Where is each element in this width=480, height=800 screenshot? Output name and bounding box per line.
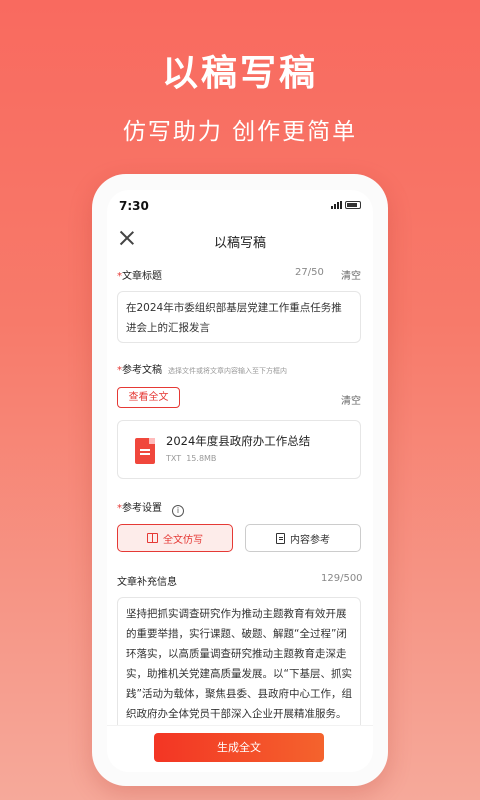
document-file-icon [135,438,155,464]
file-info: TXT 15.8MB [166,454,216,463]
article-title-input[interactable]: 在2024年市委组织部基层党建工作重点任务推进会上的汇报发言 [117,291,361,343]
hero-subtitle: 仿写助力 创作更简单 [122,119,358,145]
reference-doc-hint: 选择文件或将文章内容输入至下方框内 [168,367,287,375]
article-title-label: *文章标题 [117,267,162,282]
footer-bar: 生成全文 [107,725,373,772]
battery-icon [345,201,361,209]
file-name: 2024年度县政府办工作总结 [166,434,311,448]
status-bar: 7:30 [119,198,361,214]
reference-settings-label-text: 参考设置 [122,503,162,514]
article-title-label-text: 文章标题 [122,271,162,282]
reference-settings-label: *参考设置 i [117,499,184,517]
generate-full-text-button[interactable]: 生成全文 [154,733,324,762]
reference-doc-clear-button[interactable]: 清空 [341,392,361,407]
supplement-textarea[interactable]: 坚持把抓实调查研究作为推动主题教育有效开展的重要举措，实行课题、破题、解题“全过… [117,597,361,732]
reference-file-card[interactable]: 2024年度县政府办工作总结 TXT 15.8MB [117,420,361,479]
reference-doc-label-text: 参考文稿 [122,365,162,376]
app-screen: 7:30 以稿写稿 *文章标题 27/50 清空 在2024年市委组织部基层党建… [107,190,373,772]
book-icon [147,533,158,543]
status-icons [331,201,361,209]
file-size: 15.8MB [186,454,217,463]
supplement-value: 坚持把抓实调查研究作为推动主题教育有效开展的重要举措，实行课题、破题、解题“全过… [126,608,352,720]
file-type: TXT [166,454,182,463]
supplement-label: 文章补充信息 [117,577,177,588]
reference-doc-label: *参考文稿 选择文件或将文章内容输入至下方框内 [117,361,287,376]
option-full-imitation-label: 全文仿写 [163,534,203,546]
view-full-text-button[interactable]: 查看全文 [117,387,180,408]
supplement-counter: 129/500 [321,573,363,584]
article-title-counter: 27/50 [295,267,324,278]
status-time: 7:30 [119,199,149,213]
info-icon[interactable]: i [172,505,184,517]
document-icon [276,532,285,544]
article-title-clear-button[interactable]: 清空 [341,267,361,282]
article-title-value: 在2024年市委组织部基层党建工作重点任务推进会上的汇报发言 [126,302,342,334]
option-content-reference[interactable]: 内容参考 [245,524,361,552]
signal-icon [331,201,342,209]
hero-title: 以稿写稿 [161,53,318,94]
option-full-imitation[interactable]: 全文仿写 [117,524,233,552]
nav-bar: 以稿写稿 [107,228,373,252]
nav-title: 以稿写稿 [213,236,266,251]
option-content-reference-label: 内容参考 [290,534,330,546]
